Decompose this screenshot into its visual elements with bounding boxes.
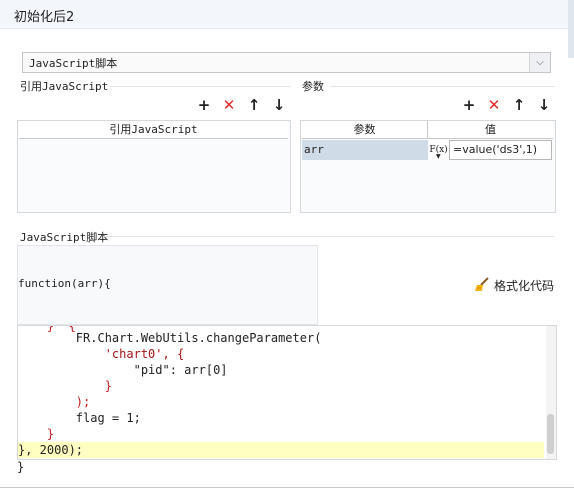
param-value-input[interactable]: =value('ds3',1) bbox=[449, 140, 552, 160]
code-editor[interactable]: } { FR.Chart.WebUtils.changeParameter( '… bbox=[17, 325, 557, 460]
fx-caret-icon: ▼ bbox=[436, 153, 441, 160]
ref-js-column-header: 引用JavaScript bbox=[19, 121, 288, 139]
code-line: } bbox=[18, 427, 55, 441]
params-divider bbox=[330, 86, 555, 87]
code-line: flag = 1; bbox=[18, 411, 141, 425]
param-name-cell[interactable]: arr bbox=[302, 140, 428, 160]
editor-scrollbar-thumb[interactable] bbox=[547, 414, 554, 454]
title-bar: 初始化后2 bbox=[0, 0, 574, 29]
ref-js-move-down-icon[interactable]: ↓ bbox=[270, 96, 288, 114]
format-code-label: 格式化代码 bbox=[494, 278, 555, 293]
script-section-label: JavaScript脚本 bbox=[20, 231, 109, 244]
script-type-select[interactable]: JavaScript脚本 ⌵ bbox=[22, 52, 551, 73]
ref-js-delete-icon[interactable]: ✕ bbox=[220, 96, 238, 114]
ref-js-table[interactable]: 引用JavaScript bbox=[17, 120, 291, 213]
params-table[interactable]: 参数 值 arr F(x) ▼ =value('ds3',1) bbox=[300, 120, 556, 213]
code-line: 'chart0', { bbox=[18, 347, 185, 361]
broom-icon bbox=[474, 277, 490, 293]
code-line: "pid": arr[0] bbox=[18, 363, 228, 377]
script-type-value: JavaScript脚本 bbox=[29, 57, 118, 70]
code-line-current: }, 2000); bbox=[18, 442, 544, 458]
ref-js-add-icon[interactable]: + bbox=[195, 96, 213, 114]
formula-fx-icon[interactable]: F(x) ▼ bbox=[429, 140, 448, 160]
param-value-header: 值 bbox=[428, 121, 553, 139]
code-line: FR.Chart.WebUtils.changeParameter( bbox=[18, 331, 322, 345]
window-edge bbox=[568, 0, 574, 58]
editor-scrollbar[interactable] bbox=[546, 326, 556, 459]
function-closing-brace: } bbox=[17, 460, 25, 474]
param-name-header: 参数 bbox=[302, 121, 428, 139]
code-line: } bbox=[18, 379, 112, 393]
window-title: 初始化后2 bbox=[14, 10, 75, 25]
param-move-up-icon[interactable]: ↑ bbox=[510, 96, 528, 114]
format-code-button[interactable]: 格式化代码 bbox=[474, 276, 554, 294]
ref-js-divider bbox=[110, 86, 290, 87]
param-add-icon[interactable]: + bbox=[460, 96, 478, 114]
script-divider bbox=[104, 236, 554, 237]
chevron-down-icon[interactable]: ⌵ bbox=[529, 53, 550, 72]
param-delete-icon[interactable]: ✕ bbox=[485, 96, 503, 114]
code-line: ); bbox=[18, 395, 91, 409]
ref-js-move-up-icon[interactable]: ↑ bbox=[245, 96, 263, 114]
params-section-label: 参数 bbox=[302, 80, 324, 93]
ref-js-section-label: 引用JavaScript bbox=[20, 80, 109, 93]
function-signature: function(arr){ bbox=[18, 277, 111, 290]
bottom-border bbox=[0, 487, 574, 488]
param-move-down-icon[interactable]: ↓ bbox=[535, 96, 553, 114]
